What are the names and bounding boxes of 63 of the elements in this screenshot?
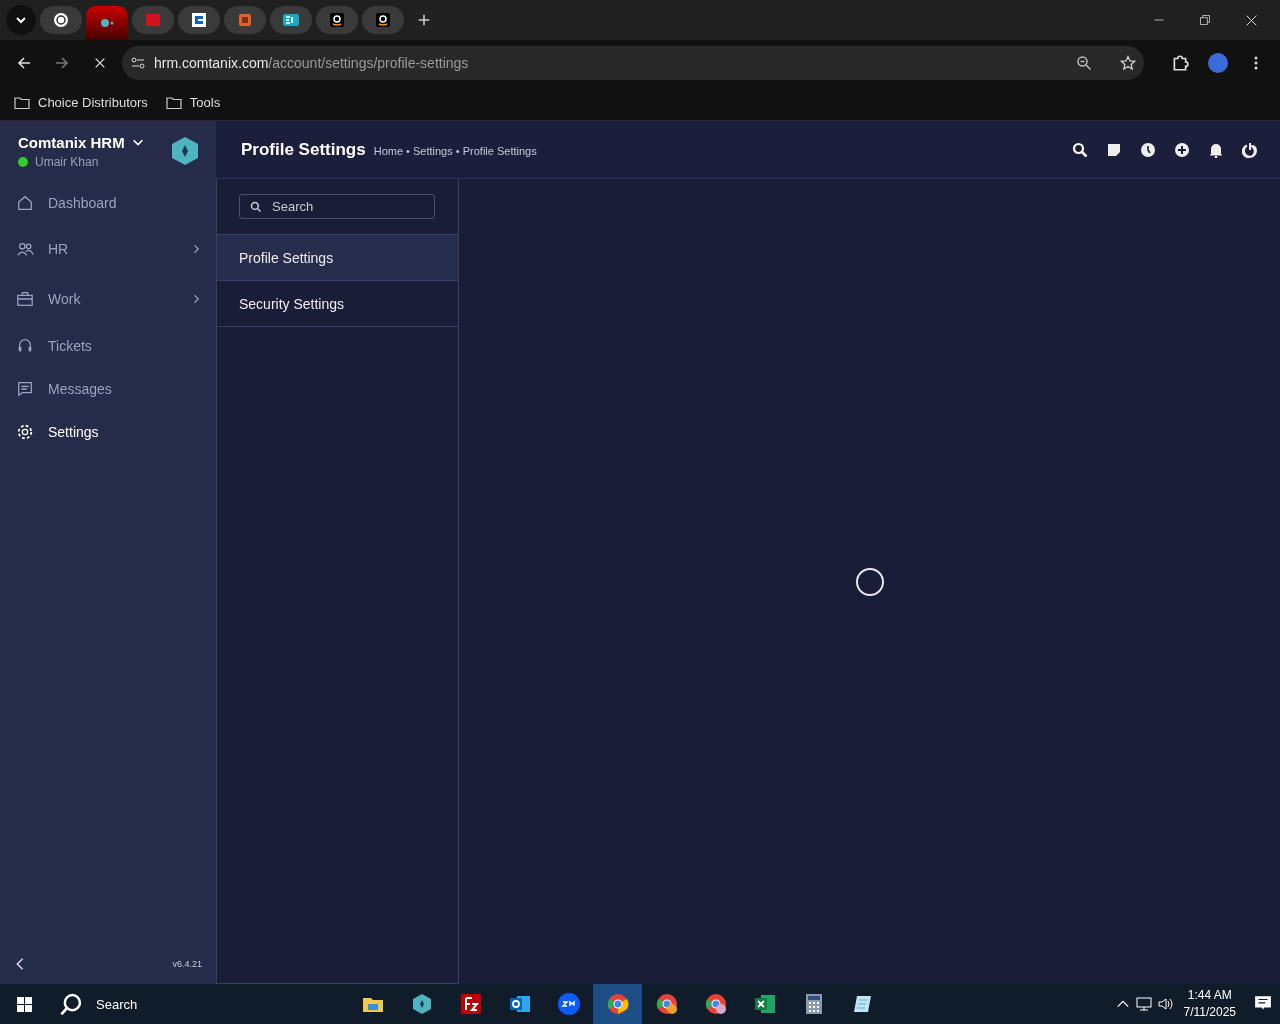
back-arrow-icon — [16, 54, 32, 71]
avatar-icon — [1208, 52, 1228, 73]
taskbar-clock[interactable]: 1:44 AM 7/11/2025 — [1183, 987, 1236, 1021]
briefcase-icon — [16, 290, 34, 308]
browser-tab[interactable] — [316, 6, 358, 34]
puzzle-icon — [1171, 53, 1189, 72]
settings-menu-item[interactable]: Profile Settings — [217, 235, 458, 281]
address-bar[interactable]: hrm.comtanix.com/account/settings/profile-settings — [122, 45, 1144, 80]
user-name: Umair Khan — [35, 154, 99, 169]
favicon-icon — [375, 12, 391, 28]
network-icon — [1135, 996, 1152, 1012]
chrome-icon — [654, 992, 679, 1016]
favicon-icon — [145, 12, 161, 28]
favicon-icon — [191, 12, 207, 28]
star-icon — [1120, 54, 1136, 71]
favicon-icon — [283, 12, 299, 28]
browser-tab[interactable] — [40, 6, 82, 34]
volume-icon — [1157, 996, 1174, 1012]
zoom-out-icon — [1076, 54, 1092, 71]
site-settings-icon — [130, 54, 146, 71]
search-icon — [1072, 141, 1088, 158]
tab-search-button[interactable] — [6, 5, 36, 35]
favicon-icon — [329, 12, 345, 28]
url-text: hrm.comtanix.com/account/settings/profile-settings — [154, 54, 470, 71]
add-circle-icon — [1174, 141, 1190, 158]
workspace-dropdown[interactable]: Comtanix HRM — [18, 133, 145, 151]
plus-icon — [417, 13, 431, 27]
bookmark-folder[interactable]: Tools — [165, 94, 221, 111]
taskbar-search[interactable]: Search — [48, 984, 278, 1024]
settings-icon — [16, 422, 34, 441]
browser-tab[interactable] — [178, 6, 220, 34]
note-icon — [1106, 141, 1122, 158]
page-title: Profile Settings — [241, 139, 366, 160]
folder-icon — [165, 94, 182, 111]
browser-tab[interactable] — [270, 6, 312, 34]
restore-icon — [1199, 14, 1211, 26]
chrome-icon — [703, 992, 728, 1016]
browser-tab[interactable] — [86, 6, 128, 40]
version-label: v6.4.21 — [172, 959, 202, 969]
bell-icon — [1208, 141, 1224, 158]
browser-tab[interactable] — [362, 6, 404, 34]
filezilla-icon — [458, 992, 483, 1016]
zoom-icon — [556, 992, 581, 1016]
home-icon — [16, 193, 34, 212]
chrome-icon — [605, 992, 630, 1016]
breadcrumb: Home • Settings • Profile Settings — [373, 145, 537, 157]
people-icon — [16, 240, 34, 258]
excel-icon — [752, 992, 777, 1016]
search-field[interactable]: Search — [239, 194, 435, 219]
loading-spinner — [854, 566, 885, 597]
search-icon — [60, 993, 82, 1015]
forward-arrow-icon — [54, 54, 70, 71]
clock-icon — [1140, 141, 1156, 158]
close-icon — [1244, 13, 1258, 27]
folder-icon — [14, 94, 30, 111]
power-icon — [1242, 141, 1258, 158]
favicon-icon — [53, 12, 69, 28]
favicon-icon — [237, 12, 253, 28]
windows-icon — [15, 995, 33, 1013]
hexagon-logo-icon — [170, 136, 200, 166]
message-icon — [16, 379, 34, 398]
search-icon — [250, 201, 262, 213]
bookmark-folder[interactable]: Choice Distributors — [14, 94, 148, 111]
